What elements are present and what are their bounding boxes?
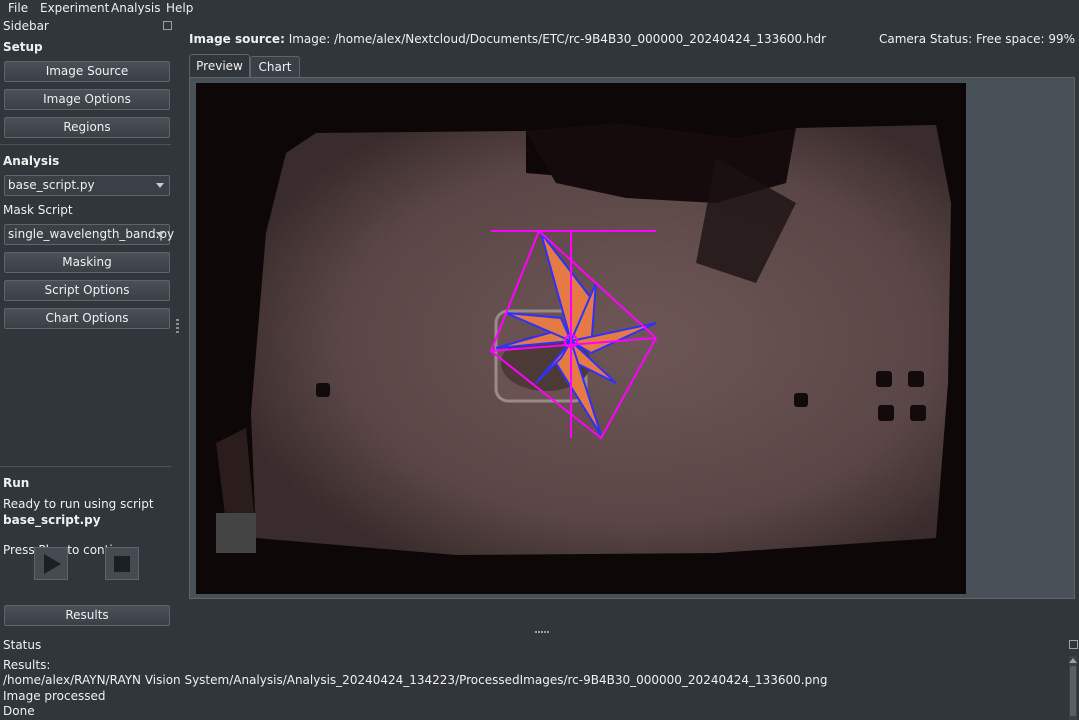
run-heading: Run <box>3 476 30 490</box>
menu-file[interactable]: File <box>8 0 28 16</box>
script-options-button[interactable]: Script Options <box>4 280 170 301</box>
menu-analysis[interactable]: Analysis <box>111 0 160 16</box>
image-source-label: Image source: <box>189 32 285 46</box>
analysis-script-value: base_script.py <box>8 178 95 192</box>
status-results-label: Results: <box>3 658 51 672</box>
float-dock-icon[interactable] <box>1069 640 1078 649</box>
mask-script-value: single_wavelength_band.py <box>8 227 175 241</box>
menu-experiment[interactable]: Experiment <box>40 0 109 16</box>
image-source-path: Image: /home/alex/Nextcloud/Documents/ET… <box>288 32 827 46</box>
setup-heading: Setup <box>3 40 43 54</box>
status-results-path: /home/alex/RAYN/RAYN Vision System/Analy… <box>3 673 828 687</box>
scroll-thumb[interactable] <box>1070 666 1076 716</box>
analysis-script-select[interactable]: base_script.py <box>4 175 170 196</box>
status-scrollbar[interactable] <box>1069 656 1077 720</box>
chart-options-button[interactable]: Chart Options <box>4 308 170 329</box>
status-title: Status <box>3 638 42 652</box>
mask-script-select[interactable]: single_wavelength_band.py <box>4 224 174 245</box>
chevron-down-icon <box>156 183 164 188</box>
regions-button[interactable]: Regions <box>4 117 170 138</box>
splitter-handle[interactable] <box>535 631 549 633</box>
stop-icon <box>114 556 130 572</box>
play-button[interactable] <box>34 547 68 580</box>
mask-script-label: Mask Script <box>3 203 73 217</box>
run-script-name: base_script.py <box>3 513 101 527</box>
image-source-line: Image source: Image: /home/alex/Nextclou… <box>189 32 826 46</box>
masking-button[interactable]: Masking <box>4 252 170 273</box>
float-dock-icon[interactable] <box>163 21 172 30</box>
tab-chart[interactable]: Chart <box>250 56 300 77</box>
sidebar-title: Sidebar <box>3 19 49 33</box>
tab-preview[interactable]: Preview <box>189 54 250 78</box>
divider <box>0 144 171 145</box>
image-options-button[interactable]: Image Options <box>4 89 170 110</box>
status-done: Done <box>3 704 35 718</box>
stop-button[interactable] <box>105 547 139 580</box>
chevron-down-icon <box>156 232 164 237</box>
results-button[interactable]: Results <box>4 605 170 626</box>
play-icon <box>44 554 61 574</box>
camera-status: Camera Status: Free space: 99% <box>878 32 1075 46</box>
image-source-button[interactable]: Image Source <box>4 61 170 82</box>
resize-grip[interactable] <box>176 319 179 335</box>
sidebar: Sidebar Setup Image Source Image Options… <box>0 17 179 627</box>
menu-bar: File Experiment Analysis Help <box>0 0 1079 16</box>
status-image-processed: Image processed <box>3 689 106 703</box>
run-ready-text: Ready to run using script <box>3 497 154 511</box>
analysis-heading: Analysis <box>3 154 60 168</box>
menu-help[interactable]: Help <box>166 0 193 16</box>
scroll-up-icon[interactable] <box>1069 658 1077 663</box>
processed-plant-image[interactable] <box>196 83 966 594</box>
divider <box>0 466 171 467</box>
